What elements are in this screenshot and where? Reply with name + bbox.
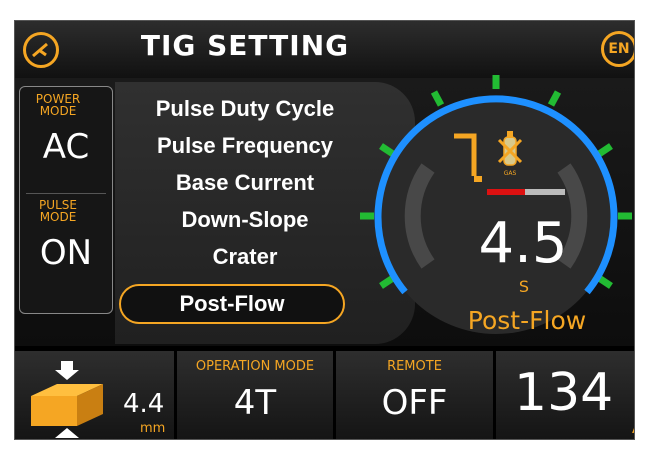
- thickness-cell[interactable]: 4.4 mm: [15, 351, 174, 439]
- header-bar: TIG SETTING EN: [15, 21, 634, 78]
- pulse-mode-value[interactable]: ON: [20, 233, 112, 273]
- thickness-unit: mm: [140, 421, 166, 436]
- language-button[interactable]: EN: [601, 31, 634, 67]
- mode-divider: [26, 193, 106, 194]
- plate-thickness-icon: [31, 361, 103, 438]
- value-dial[interactable]: GAS 4.5 S Post-Flow: [353, 74, 635, 359]
- mode-panel: POWER MODE AC PULSE MODE ON: [19, 86, 113, 314]
- current-unit: A: [632, 419, 634, 437]
- menu-item-pulse-frequency[interactable]: Pulse Frequency: [115, 133, 375, 159]
- page-title: TIG SETTING: [140, 29, 350, 62]
- menu-item-base-current[interactable]: Base Current: [115, 170, 375, 196]
- menu-item-post-flow[interactable]: Post-Flow: [119, 284, 345, 324]
- thickness-value: 4.4: [123, 389, 165, 419]
- menu-item-down-slope[interactable]: Down-Slope: [115, 207, 375, 233]
- operation-mode-cell[interactable]: OPERATION MODE 4T: [177, 351, 333, 439]
- menu-item-pulse-duty-cycle[interactable]: Pulse Duty Cycle: [115, 96, 375, 122]
- current-cell[interactable]: 134 A: [496, 351, 634, 439]
- operation-mode-label: OPERATION MODE: [195, 359, 315, 374]
- remote-cell[interactable]: REMOTE OFF: [336, 351, 493, 439]
- power-mode-value[interactable]: AC: [20, 127, 112, 167]
- menu-item-crater[interactable]: Crater: [115, 244, 375, 270]
- tig-setting-screen: TIG SETTING EN Pulse Duty Cycle Pulse Fr…: [14, 20, 635, 440]
- power-mode-label: POWER MODE: [35, 92, 81, 118]
- pulse-mode-label: PULSE MODE: [39, 198, 77, 224]
- main-area: Pulse Duty Cycle Pulse Frequency Base Cu…: [15, 75, 634, 346]
- dial-value: 4.5: [478, 211, 567, 276]
- footer-bar: 4.4 mm OPERATION MODE 4T REMOTE OFF 134 …: [15, 346, 634, 439]
- gas-label: GAS: [504, 170, 517, 177]
- remote-label: REMOTE: [387, 359, 442, 374]
- dial-unit: S: [519, 277, 529, 296]
- language-label: EN: [608, 41, 630, 57]
- operation-mode-value: 4T: [233, 383, 277, 423]
- torch-icon[interactable]: [23, 32, 59, 68]
- remote-value: OFF: [381, 383, 448, 423]
- dial-label: Post-Flow: [468, 306, 586, 335]
- current-value: 134: [514, 363, 614, 423]
